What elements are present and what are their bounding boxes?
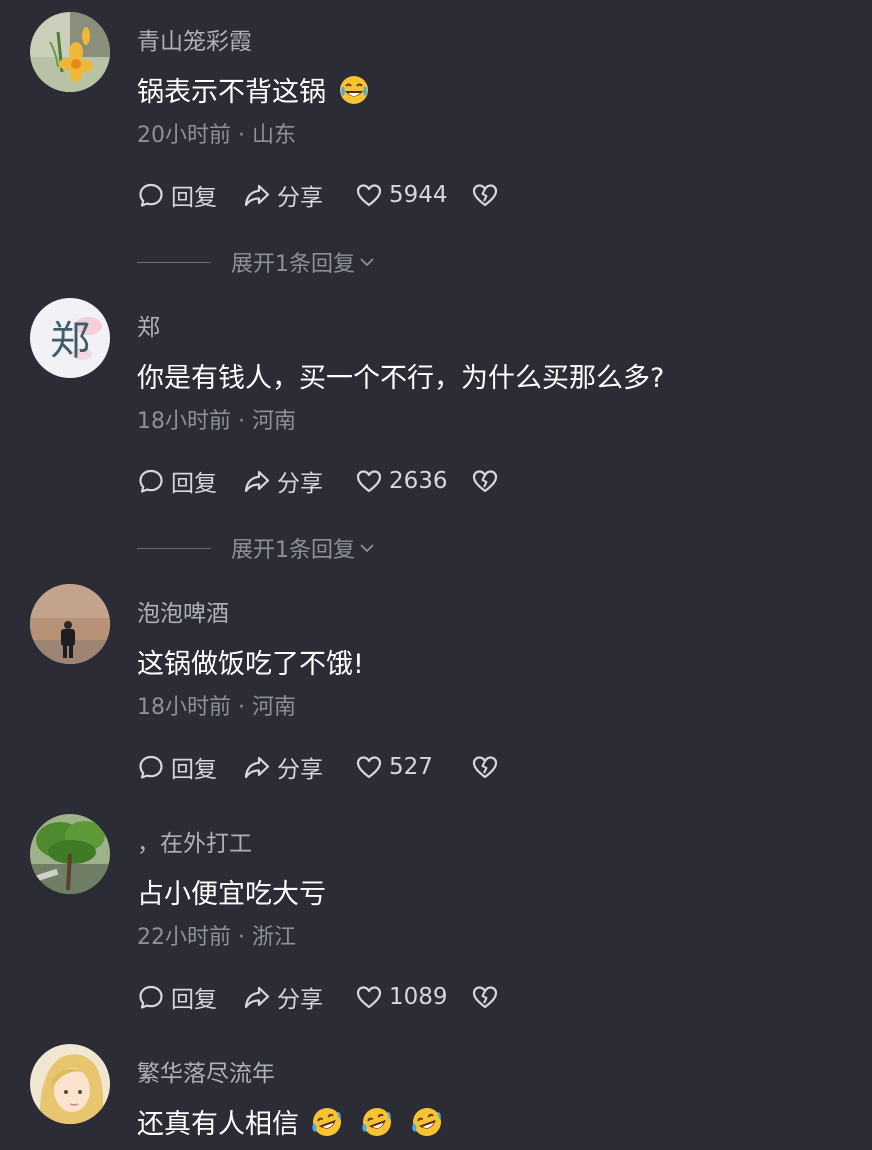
comment-actions: 回复 分享 1089 xyxy=(137,979,499,1015)
rofl-emoji-icon xyxy=(412,1107,441,1136)
like-count: 5944 xyxy=(389,182,448,208)
share-button[interactable]: 分享 xyxy=(243,750,355,784)
share-label: 分享 xyxy=(277,471,323,497)
reply-button[interactable]: 回复 xyxy=(137,750,243,784)
comment-text: 锅表示不背这锅 xyxy=(137,70,370,109)
like-button[interactable]: 527 xyxy=(355,753,471,781)
expand-replies-button[interactable]: 展开1条回复 xyxy=(137,247,377,277)
share-label: 分享 xyxy=(277,757,323,783)
expand-replies-label: 展开1条回复 xyxy=(231,252,355,277)
username[interactable]: 泡泡啤酒 xyxy=(137,594,229,628)
comment-text-body: 占小便宜吃大亏 xyxy=(137,879,326,910)
share-label: 分享 xyxy=(277,987,323,1013)
like-count: 2636 xyxy=(389,468,448,494)
dislike-button[interactable] xyxy=(471,753,499,781)
avatar[interactable] xyxy=(30,584,110,664)
avatar[interactable] xyxy=(30,814,110,894)
expand-replies-button[interactable]: 展开1条回复 xyxy=(137,533,377,563)
dislike-button[interactable] xyxy=(471,983,499,1011)
rofl-emoji-icon xyxy=(312,1107,341,1136)
expand-replies-label: 展开1条回复 xyxy=(231,538,355,563)
emoji-row xyxy=(311,1106,443,1138)
comment-actions: 回复 分享 2636 xyxy=(137,463,499,499)
like-button[interactable]: 2636 xyxy=(355,467,471,495)
share-arrow-icon xyxy=(244,756,270,779)
reply-label: 回复 xyxy=(171,757,217,783)
username[interactable]: 青山笼彩霞 xyxy=(137,22,252,56)
share-arrow-icon xyxy=(244,470,270,493)
share-label: 分享 xyxy=(277,185,323,211)
comment-text-body: 你是有钱人，买一个不行，为什么买那么多? xyxy=(137,363,665,394)
share-button[interactable]: 分享 xyxy=(243,464,355,498)
comment-meta: 22小时前 · 浙江 xyxy=(137,925,296,950)
dislike-button[interactable] xyxy=(471,181,499,209)
divider xyxy=(137,547,211,549)
reply-button[interactable]: 回复 xyxy=(137,464,243,498)
comment-bubble-icon xyxy=(139,755,163,779)
avatar[interactable] xyxy=(30,1044,110,1124)
chevron-down-icon xyxy=(360,258,374,267)
heart-icon xyxy=(356,986,382,1009)
username[interactable]: ，在外打工 xyxy=(137,824,252,858)
reply-label: 回复 xyxy=(171,987,217,1013)
like-count: 1089 xyxy=(389,984,448,1010)
comment-bubble-icon xyxy=(139,183,163,207)
comment-text-body: 锅表示不背这锅 xyxy=(137,77,326,108)
comment-bubble-icon xyxy=(139,469,163,493)
like-button[interactable]: 1089 xyxy=(355,983,471,1011)
laughing-emoji-icon xyxy=(340,75,368,104)
comment-text: 你是有钱人，买一个不行，为什么买那么多? xyxy=(137,356,664,395)
comment-bubble-icon xyxy=(139,985,163,1009)
comment-actions: 回复 分享 5944 xyxy=(137,177,499,213)
avatar-glyph: 郑 xyxy=(50,318,90,364)
like-count: 527 xyxy=(389,754,433,780)
share-button[interactable]: 分享 xyxy=(243,178,355,212)
comment-actions: 回复 分享 527 xyxy=(137,749,499,785)
reply-button[interactable]: 回复 xyxy=(137,980,243,1014)
broken-heart-icon xyxy=(472,184,498,207)
share-arrow-icon xyxy=(244,986,270,1009)
dislike-button[interactable] xyxy=(471,467,499,495)
comment-text: 还真有人相信 xyxy=(137,1102,443,1141)
divider xyxy=(137,261,211,263)
share-button[interactable]: 分享 xyxy=(243,980,355,1014)
comment-meta: 18小时前 · 河南 xyxy=(137,409,296,434)
broken-heart-icon xyxy=(472,986,498,1009)
rofl-emoji-icon xyxy=(362,1107,391,1136)
reply-label: 回复 xyxy=(171,471,217,497)
heart-icon xyxy=(356,184,382,207)
reply-button[interactable]: 回复 xyxy=(137,178,243,212)
username[interactable]: 郑 xyxy=(137,308,160,342)
comment-meta: 20小时前 · 山东 xyxy=(137,123,296,148)
comment-meta: 18小时前 · 河南 xyxy=(137,695,296,720)
chevron-down-icon xyxy=(360,544,374,553)
avatar[interactable] xyxy=(30,12,110,92)
comment-text: 这锅做饭吃了不饿! xyxy=(137,642,364,681)
comment-text-body: 这锅做饭吃了不饿! xyxy=(137,649,364,680)
avatar[interactable]: 郑 xyxy=(30,298,110,378)
comment-text: 占小便宜吃大亏 xyxy=(137,872,326,911)
heart-icon xyxy=(356,756,382,779)
username[interactable]: 繁华落尽流年 xyxy=(137,1054,275,1088)
broken-heart-icon xyxy=(472,470,498,493)
heart-icon xyxy=(356,470,382,493)
comment-text-body: 还真有人相信 xyxy=(137,1109,299,1140)
reply-label: 回复 xyxy=(171,185,217,211)
like-button[interactable]: 5944 xyxy=(355,181,471,209)
share-arrow-icon xyxy=(244,184,270,207)
broken-heart-icon xyxy=(472,756,498,779)
